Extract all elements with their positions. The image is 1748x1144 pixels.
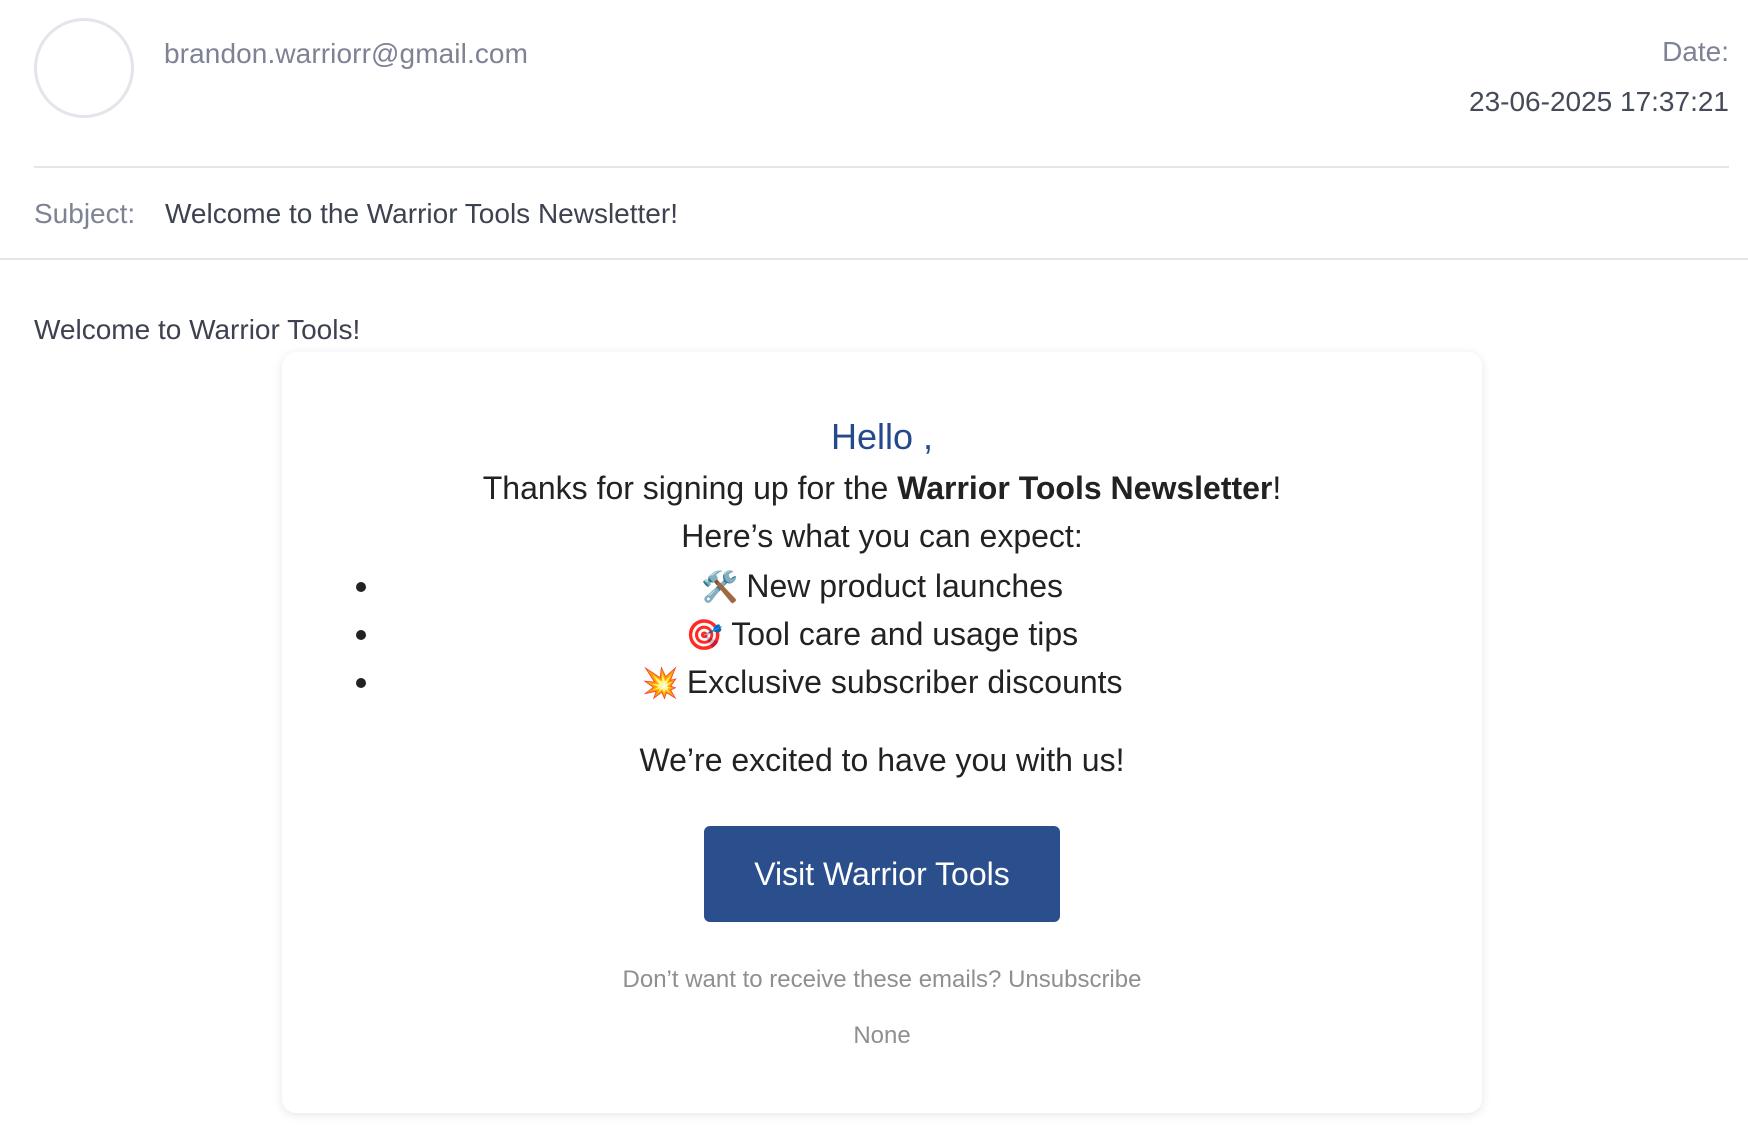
collision-icon: 💥 <box>641 667 679 700</box>
bullet-icon <box>356 630 366 640</box>
thanks-suffix: ! <box>1272 470 1282 506</box>
email-header: brandon.warriorr@gmail.com Date: 23-06-2… <box>34 0 1729 168</box>
subject-row: Subject: Welcome to the Warrior Tools Ne… <box>0 168 1748 260</box>
greeting-heading: Hello , <box>830 416 934 457</box>
thanks-text: Thanks for signing up for the Warrior To… <box>282 470 1482 507</box>
date-label: Date: <box>1662 36 1729 67</box>
thanks-prefix: Thanks for signing up for the <box>482 470 898 506</box>
benefit-text: Tool care and usage tips <box>731 616 1079 652</box>
closing-text: We’re excited to have you with us! <box>639 742 1125 778</box>
hammer-and-wrench-icon: 🛠️ <box>701 571 739 604</box>
benefits-list: 🛠️ New product launches 🎯 Tool care and us… <box>282 566 1482 710</box>
email-view: brandon.warriorr@gmail.com Date: 23-06-2… <box>0 0 1748 1144</box>
sender-email[interactable]: brandon.warriorr@gmail.com <box>164 38 528 70</box>
unsubscribe-line: Don’t want to receive these emails? Unsu… <box>282 966 1482 994</box>
footer-text: None <box>853 1022 911 1049</box>
benefit-item: 🎯 Tool care and usage tips <box>282 614 1482 662</box>
expect-text: Here’s what you can expect: <box>681 518 1083 554</box>
bullet-icon <box>356 582 366 592</box>
benefit-text: Exclusive subscriber discounts <box>686 664 1123 700</box>
sender-avatar <box>34 18 134 118</box>
benefit-item: 🛠️ New product launches <box>282 566 1482 614</box>
unsubscribe-prefix: Don’t want to receive these emails? <box>622 966 1009 993</box>
visit-warrior-tools-button[interactable]: Visit Warrior Tools <box>704 826 1060 922</box>
subject-label: Subject: <box>34 198 136 229</box>
newsletter-card: Hello , Thanks for signing up for the Wa… <box>282 352 1482 1113</box>
target-icon: 🎯 <box>685 619 724 652</box>
newsletter-name: Warrior Tools Newsletter <box>897 470 1273 506</box>
bullet-icon <box>356 678 366 688</box>
subject-text: Welcome to the Warrior Tools Newsletter! <box>165 198 678 229</box>
unsubscribe-link[interactable]: Unsubscribe <box>1008 966 1141 993</box>
benefit-text: New product launches <box>746 568 1063 604</box>
benefit-item: 💥 Exclusive subscriber discounts <box>282 662 1482 710</box>
date-value: 23-06-2025 17:37:21 <box>1469 86 1729 117</box>
email-intro-text: Welcome to Warrior Tools! <box>34 314 361 345</box>
